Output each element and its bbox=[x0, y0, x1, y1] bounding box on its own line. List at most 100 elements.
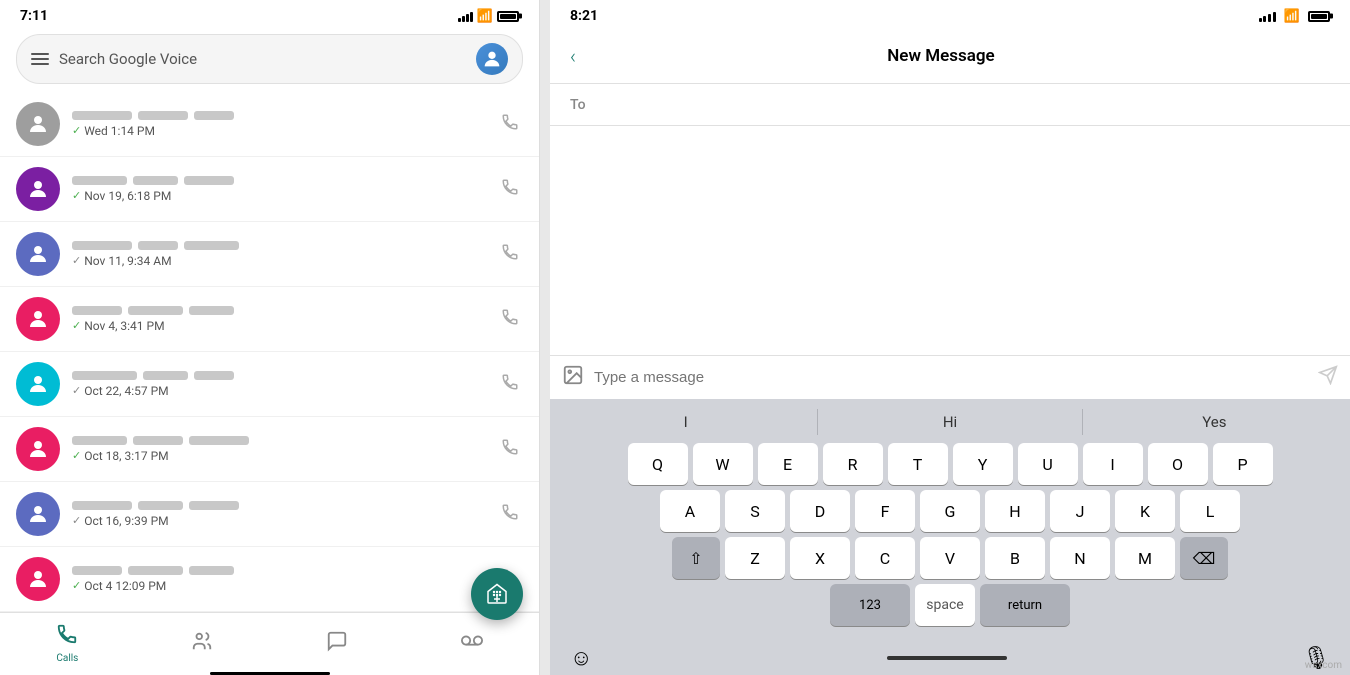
contact-time: ✓Nov 19, 6:18 PM bbox=[72, 189, 485, 203]
nav-contacts[interactable] bbox=[135, 626, 270, 662]
key-shift[interactable]: ⇧ bbox=[672, 537, 720, 579]
nav-messages[interactable] bbox=[270, 626, 405, 662]
phone-call-icon[interactable] bbox=[497, 304, 523, 335]
contact-avatar bbox=[16, 557, 60, 601]
nav-voicemail[interactable] bbox=[404, 626, 539, 662]
back-button[interactable]: ‹ bbox=[570, 44, 576, 68]
suggestion-hi[interactable]: Hi bbox=[818, 409, 1082, 435]
key-m[interactable]: M bbox=[1115, 537, 1175, 579]
key-e[interactable]: E bbox=[758, 443, 818, 485]
emoji-icon[interactable]: ☺ bbox=[570, 645, 592, 671]
contact-item[interactable]: ✓Wed 1:14 PM bbox=[0, 92, 539, 157]
key-l[interactable]: L bbox=[1180, 490, 1240, 532]
keyboard-row-2: A S D F G H J K L bbox=[554, 490, 1346, 532]
message-input[interactable] bbox=[594, 369, 1308, 386]
key-s[interactable]: S bbox=[725, 490, 785, 532]
key-backspace[interactable]: ⌫ bbox=[1180, 537, 1228, 579]
key-b[interactable]: B bbox=[985, 537, 1045, 579]
contact-info: ✓Wed 1:14 PM bbox=[72, 111, 485, 138]
image-icon[interactable] bbox=[562, 364, 584, 391]
contact-item[interactable]: ✓Nov 19, 6:18 PM bbox=[0, 157, 539, 222]
messages-icon bbox=[326, 630, 348, 658]
key-123[interactable]: 123 bbox=[830, 584, 910, 626]
phone-call-icon[interactable] bbox=[497, 109, 523, 140]
key-j[interactable]: J bbox=[1050, 490, 1110, 532]
home-indicator-left bbox=[0, 670, 539, 675]
contact-item[interactable]: ✓Oct 18, 3:17 PM bbox=[0, 417, 539, 482]
key-t[interactable]: T bbox=[888, 443, 948, 485]
suggestion-yes[interactable]: Yes bbox=[1083, 409, 1346, 435]
phone-call-icon[interactable] bbox=[497, 434, 523, 465]
key-r[interactable]: R bbox=[823, 443, 883, 485]
phone-call-icon[interactable] bbox=[497, 174, 523, 205]
header-title: New Message bbox=[592, 46, 1290, 66]
search-input[interactable]: Search Google Voice bbox=[59, 50, 466, 68]
avatar[interactable] bbox=[476, 43, 508, 75]
to-label: To bbox=[570, 97, 586, 113]
contact-time: ✓Oct 4 12:09 PM bbox=[72, 579, 485, 593]
key-v[interactable]: V bbox=[920, 537, 980, 579]
key-x[interactable]: X bbox=[790, 537, 850, 579]
keyboard-row-1: Q W E R T Y U I O P bbox=[554, 443, 1346, 485]
key-g[interactable]: G bbox=[920, 490, 980, 532]
keyboard: I Hi Yes Q W E R T Y U I O P A S D F G H… bbox=[550, 399, 1350, 675]
key-a[interactable]: A bbox=[660, 490, 720, 532]
right-phone: 8:21 📶 ‹ New Message To bbox=[550, 0, 1350, 675]
send-icon[interactable] bbox=[1318, 365, 1338, 390]
keyboard-row-4: 123 space return bbox=[554, 584, 1346, 632]
divider bbox=[540, 0, 550, 675]
key-c[interactable]: C bbox=[855, 537, 915, 579]
contact-info: ✓Oct 18, 3:17 PM bbox=[72, 436, 485, 463]
contacts-icon bbox=[191, 630, 213, 658]
contact-info: ✓Oct 4 12:09 PM bbox=[72, 566, 485, 593]
calls-label: Calls bbox=[56, 653, 78, 664]
contact-avatar bbox=[16, 427, 60, 471]
key-y[interactable]: Y bbox=[953, 443, 1013, 485]
key-space[interactable]: space bbox=[915, 584, 975, 626]
contact-name-blur bbox=[72, 176, 485, 185]
contact-item[interactable]: ✓Nov 4, 3:41 PM bbox=[0, 287, 539, 352]
contact-time: ✓Wed 1:14 PM bbox=[72, 124, 485, 138]
fab-button[interactable] bbox=[471, 568, 523, 620]
wifi-icon: 📶 bbox=[477, 9, 493, 24]
key-u[interactable]: U bbox=[1018, 443, 1078, 485]
suggestion-i[interactable]: I bbox=[554, 409, 818, 435]
contact-avatar bbox=[16, 492, 60, 536]
key-n[interactable]: N bbox=[1050, 537, 1110, 579]
contact-avatar bbox=[16, 232, 60, 276]
search-bar[interactable]: Search Google Voice bbox=[16, 34, 523, 84]
phone-call-icon[interactable] bbox=[497, 499, 523, 530]
contact-name-blur bbox=[72, 241, 485, 250]
contact-item[interactable]: ✓Oct 4 12:09 PM bbox=[0, 547, 539, 612]
contact-info: ✓Oct 16, 9:39 PM bbox=[72, 501, 485, 528]
key-q[interactable]: Q bbox=[628, 443, 688, 485]
time-right: 8:21 bbox=[570, 8, 598, 24]
signal-icon bbox=[458, 10, 473, 22]
key-p[interactable]: P bbox=[1213, 443, 1273, 485]
key-return[interactable]: return bbox=[980, 584, 1070, 626]
phone-call-icon[interactable] bbox=[497, 369, 523, 400]
battery-icon bbox=[497, 11, 519, 22]
hamburger-icon[interactable] bbox=[31, 53, 49, 65]
to-field: To bbox=[550, 84, 1350, 126]
nav-calls[interactable]: Calls bbox=[0, 619, 135, 668]
bottom-nav: Calls bbox=[0, 612, 539, 670]
contact-info: ✓Oct 22, 4:57 PM bbox=[72, 371, 485, 398]
key-w[interactable]: W bbox=[693, 443, 753, 485]
phone-call-icon[interactable] bbox=[497, 239, 523, 270]
key-z[interactable]: Z bbox=[725, 537, 785, 579]
key-i[interactable]: I bbox=[1083, 443, 1143, 485]
key-o[interactable]: O bbox=[1148, 443, 1208, 485]
contact-item[interactable]: ✓Nov 11, 9:34 AM bbox=[0, 222, 539, 287]
key-f[interactable]: F bbox=[855, 490, 915, 532]
contact-item[interactable]: ✓Oct 16, 9:39 PM bbox=[0, 482, 539, 547]
to-input[interactable] bbox=[594, 96, 1330, 113]
status-icons-left: 📶 bbox=[458, 9, 519, 24]
key-d[interactable]: D bbox=[790, 490, 850, 532]
contact-item[interactable]: ✓Oct 22, 4:57 PM bbox=[0, 352, 539, 417]
key-h[interactable]: H bbox=[985, 490, 1045, 532]
key-k[interactable]: K bbox=[1115, 490, 1175, 532]
status-icons-right: 📶 bbox=[1259, 9, 1330, 24]
contact-info: ✓Nov 19, 6:18 PM bbox=[72, 176, 485, 203]
message-area bbox=[550, 126, 1350, 355]
